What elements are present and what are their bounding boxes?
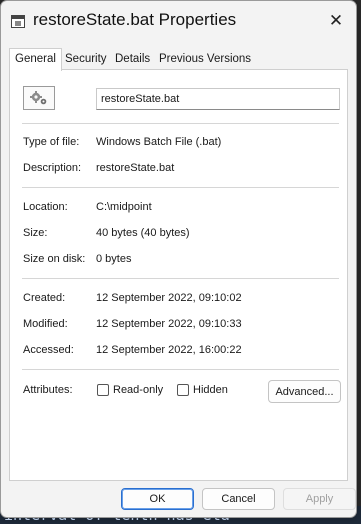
- properties-dialog: restoreState.bat Properties ✕ General Se…: [0, 0, 357, 518]
- created-value: 12 September 2022, 09:10:02: [96, 292, 242, 304]
- title-bar[interactable]: restoreState.bat Properties ✕: [1, 1, 356, 41]
- divider: [22, 278, 339, 279]
- divider: [22, 123, 339, 124]
- tab-previous-versions[interactable]: Previous Versions: [154, 50, 256, 69]
- ok-button[interactable]: OK: [121, 488, 194, 510]
- attributes-label: Attributes:: [23, 384, 73, 396]
- gears-icon: [30, 91, 47, 105]
- divider: [22, 369, 339, 370]
- size-label: Size:: [23, 227, 48, 239]
- apply-button[interactable]: Apply: [283, 488, 356, 510]
- window-icon: [11, 15, 25, 28]
- divider: [22, 187, 339, 188]
- size-on-disk-label: Size on disk:: [23, 253, 86, 265]
- description-value: restoreState.bat: [96, 162, 175, 174]
- tab-general[interactable]: General: [9, 48, 62, 71]
- location-label: Location:: [23, 201, 68, 213]
- modified-value: 12 September 2022, 09:10:33: [96, 318, 242, 330]
- readonly-checkbox[interactable]: [97, 384, 109, 396]
- cancel-button[interactable]: Cancel: [202, 488, 275, 510]
- window-title: restoreState.bat Properties: [33, 10, 237, 29]
- accessed-value: 12 September 2022, 16:00:22: [96, 344, 242, 356]
- hidden-checkbox[interactable]: [177, 384, 189, 396]
- general-panel: restoreState.bat Type of file: Windows B…: [9, 69, 348, 481]
- tab-security[interactable]: Security: [60, 50, 112, 69]
- tab-details[interactable]: Details: [110, 50, 155, 69]
- modified-label: Modified:: [23, 318, 68, 330]
- tab-strip: General Security Details Previous Versio…: [9, 48, 348, 71]
- size-value: 40 bytes (40 bytes): [96, 227, 190, 239]
- advanced-button[interactable]: Advanced...: [268, 380, 341, 403]
- close-icon: ✕: [328, 11, 344, 30]
- readonly-label[interactable]: Read-only: [113, 384, 163, 396]
- type-of-file-value: Windows Batch File (.bat): [96, 136, 222, 148]
- hidden-label[interactable]: Hidden: [193, 384, 228, 396]
- size-on-disk-value: 0 bytes: [96, 253, 132, 265]
- type-of-file-label: Type of file:: [23, 136, 80, 148]
- close-button[interactable]: ✕: [316, 1, 356, 41]
- accessed-label: Accessed:: [23, 344, 74, 356]
- file-name-field[interactable]: restoreState.bat: [96, 88, 340, 110]
- description-label: Description:: [23, 162, 82, 174]
- file-type-box: [23, 86, 55, 110]
- created-label: Created:: [23, 292, 66, 304]
- location-value: C:\midpoint: [96, 201, 152, 213]
